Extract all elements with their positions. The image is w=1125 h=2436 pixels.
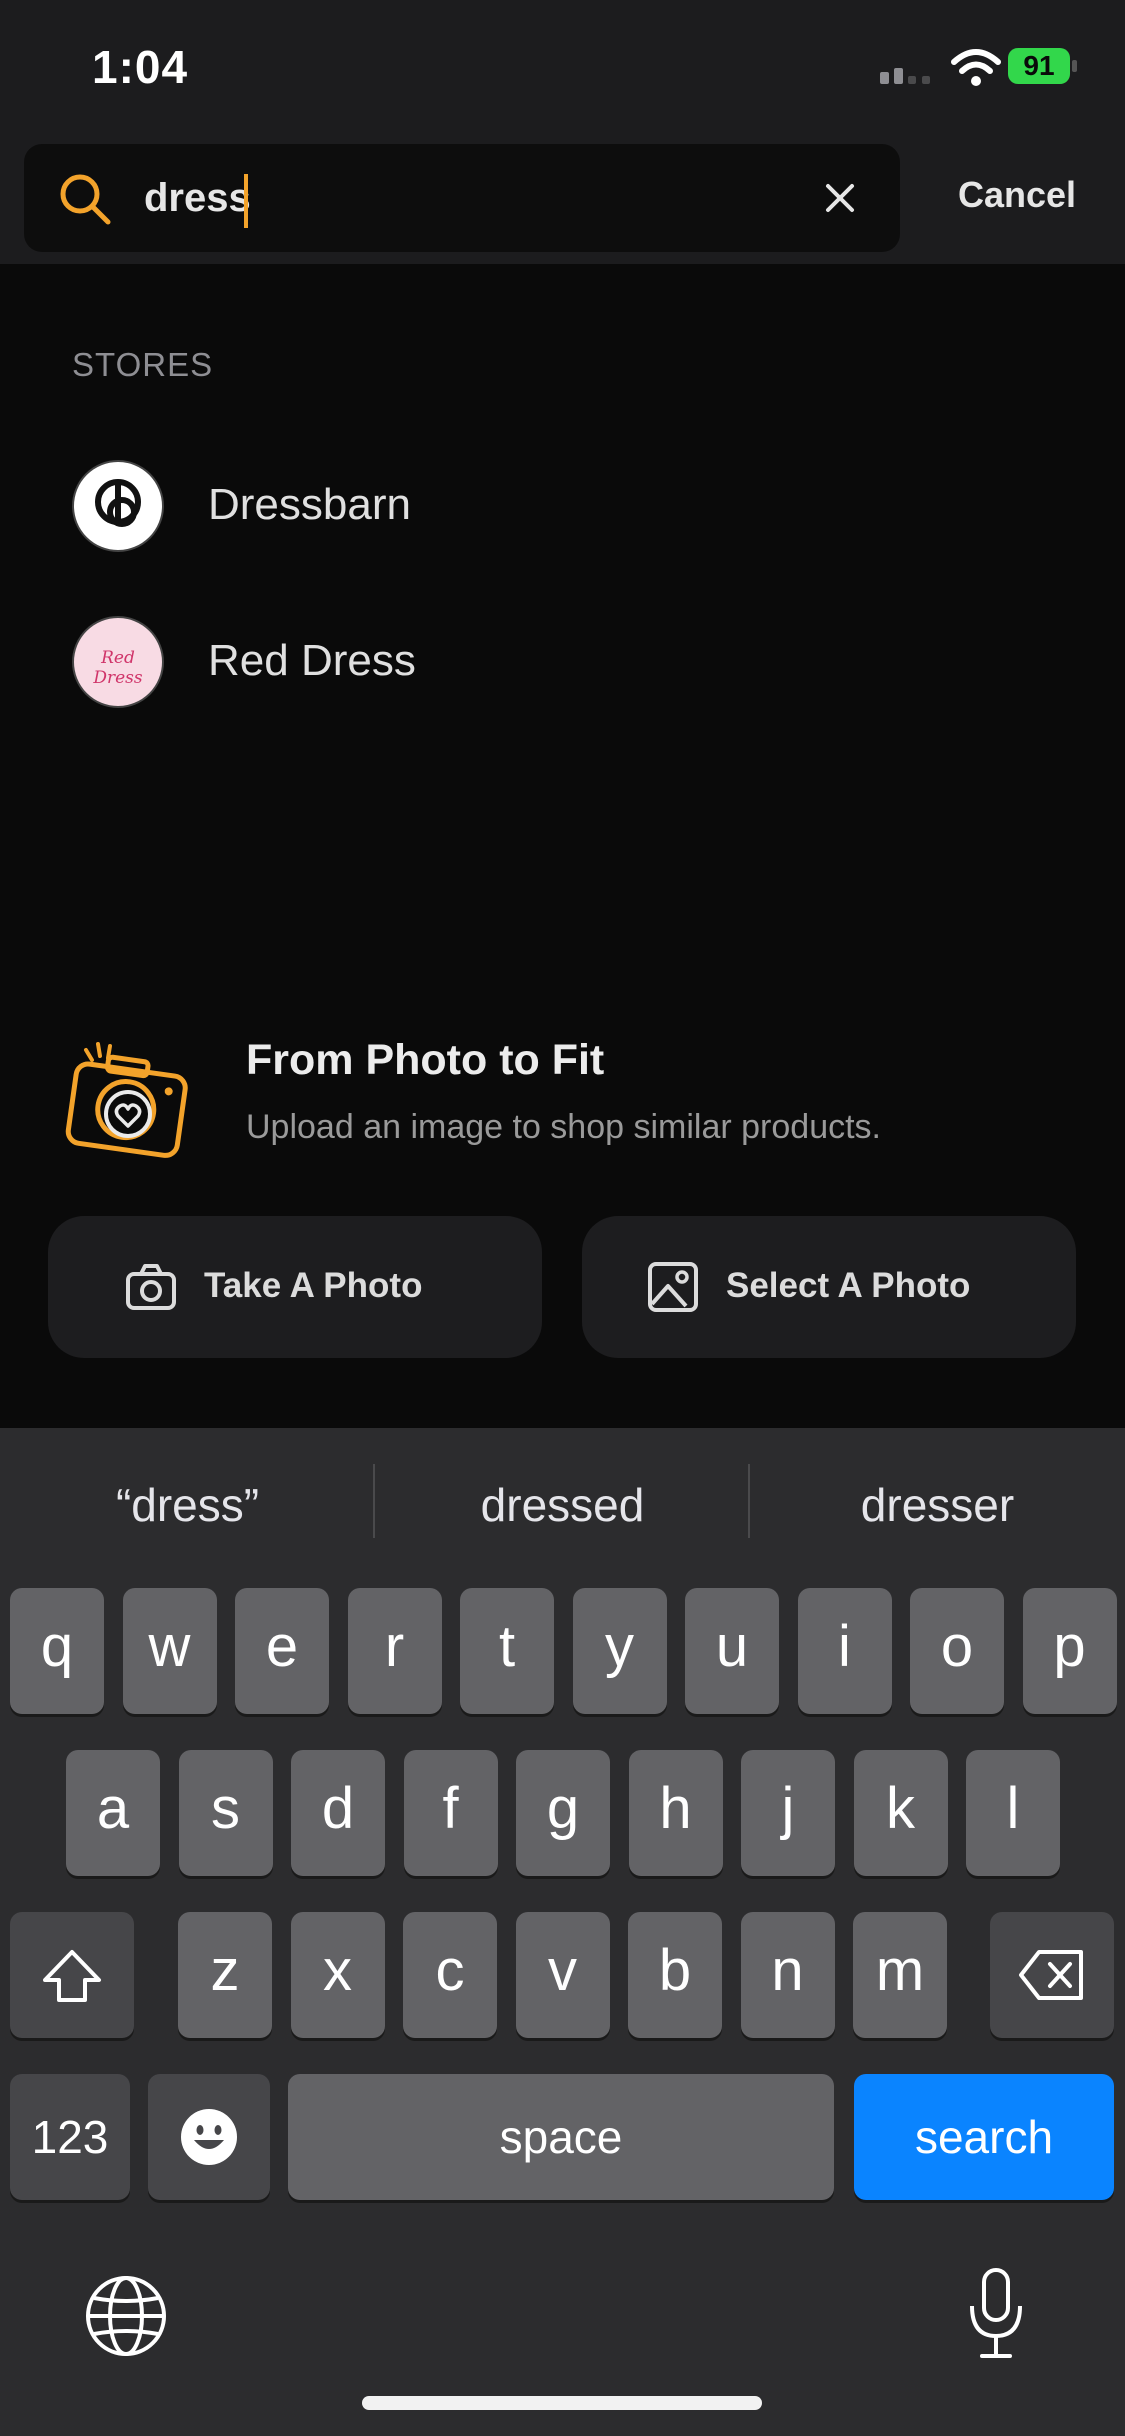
take-photo-button[interactable]: Take A Photo	[48, 1216, 542, 1358]
key-v[interactable]: v	[515, 1912, 610, 2038]
feature-subtitle: Upload an image to shop similar products…	[246, 1108, 881, 1146]
select-photo-label: Select A Photo	[726, 1266, 971, 1305]
key-f[interactable]: f	[403, 1750, 498, 1876]
key-z[interactable]: z	[178, 1912, 272, 2038]
key-q[interactable]: q	[10, 1588, 104, 1714]
key-y[interactable]: y	[572, 1588, 667, 1714]
key-i[interactable]: i	[797, 1588, 892, 1714]
select-photo-button[interactable]: Select A Photo	[582, 1216, 1076, 1358]
key-a[interactable]: a	[66, 1750, 160, 1876]
delete-key[interactable]	[990, 1912, 1114, 2038]
key-t[interactable]: t	[460, 1588, 554, 1714]
key-x[interactable]: x	[290, 1912, 385, 2038]
key-m[interactable]: m	[853, 1912, 947, 2038]
key-e[interactable]: e	[235, 1588, 329, 1714]
dressbarn-logo	[72, 460, 164, 552]
key-s[interactable]: s	[178, 1750, 273, 1876]
key-d[interactable]: d	[291, 1750, 385, 1876]
text-caret	[244, 174, 248, 228]
clear-icon[interactable]	[820, 178, 860, 218]
key-l[interactable]: l	[966, 1750, 1060, 1876]
search-input[interactable]: dress	[144, 176, 251, 221]
key-b[interactable]: b	[628, 1912, 722, 2038]
key-k[interactable]: k	[853, 1750, 948, 1876]
store-item-dressbarn[interactable]: Dressbarn	[72, 460, 1052, 556]
key-j[interactable]: j	[741, 1750, 835, 1876]
space-key[interactable]: space	[288, 2074, 834, 2200]
status-time: 1:04	[92, 41, 189, 93]
key-w[interactable]: w	[122, 1588, 217, 1714]
battery-icon: 91	[1008, 48, 1078, 88]
microphone-icon[interactable]	[966, 2266, 1026, 2362]
key-c[interactable]: c	[403, 1912, 497, 2038]
key-p[interactable]: p	[1022, 1588, 1117, 1714]
key-g[interactable]: g	[516, 1750, 610, 1876]
camera-heart-icon	[65, 1042, 188, 1158]
cellular-signal-icon	[880, 68, 930, 84]
stores-heading: STORES	[72, 346, 214, 383]
key-h[interactable]: h	[628, 1750, 723, 1876]
camera-icon	[126, 1264, 176, 1310]
store-item-red-dress[interactable]: Red Dress Red Dress	[72, 616, 1052, 712]
key-u[interactable]: u	[685, 1588, 779, 1714]
store-name: Dressbarn	[208, 480, 411, 529]
globe-icon[interactable]	[84, 2274, 168, 2358]
battery-level: 91	[1023, 50, 1055, 81]
take-photo-label: Take A Photo	[204, 1266, 423, 1305]
image-icon	[648, 1262, 698, 1312]
search-icon	[60, 174, 111, 225]
keyboard: “dress” dressed dresser qwertyuiop asdfg…	[0, 1428, 1125, 2436]
store-name: Red Dress	[208, 636, 416, 685]
suggestion-2[interactable]: dressed	[375, 1478, 750, 1532]
key-r[interactable]: r	[347, 1588, 442, 1714]
suggestion-1[interactable]: “dress”	[0, 1478, 375, 1532]
suggestion-3[interactable]: dresser	[750, 1478, 1125, 1532]
key-o[interactable]: o	[910, 1588, 1004, 1714]
cancel-button[interactable]: Cancel	[958, 174, 1076, 216]
search-key[interactable]: search	[854, 2074, 1114, 2200]
red-dress-logo: Red Dress	[72, 616, 164, 708]
home-indicator	[362, 2396, 762, 2410]
emoji-key[interactable]	[148, 2074, 270, 2200]
key-n[interactable]: n	[740, 1912, 835, 2038]
wifi-icon	[951, 49, 1001, 86]
feature-title: From Photo to Fit	[246, 1036, 605, 1084]
numbers-key[interactable]: 123	[10, 2074, 130, 2200]
shift-key[interactable]	[10, 1912, 134, 2038]
